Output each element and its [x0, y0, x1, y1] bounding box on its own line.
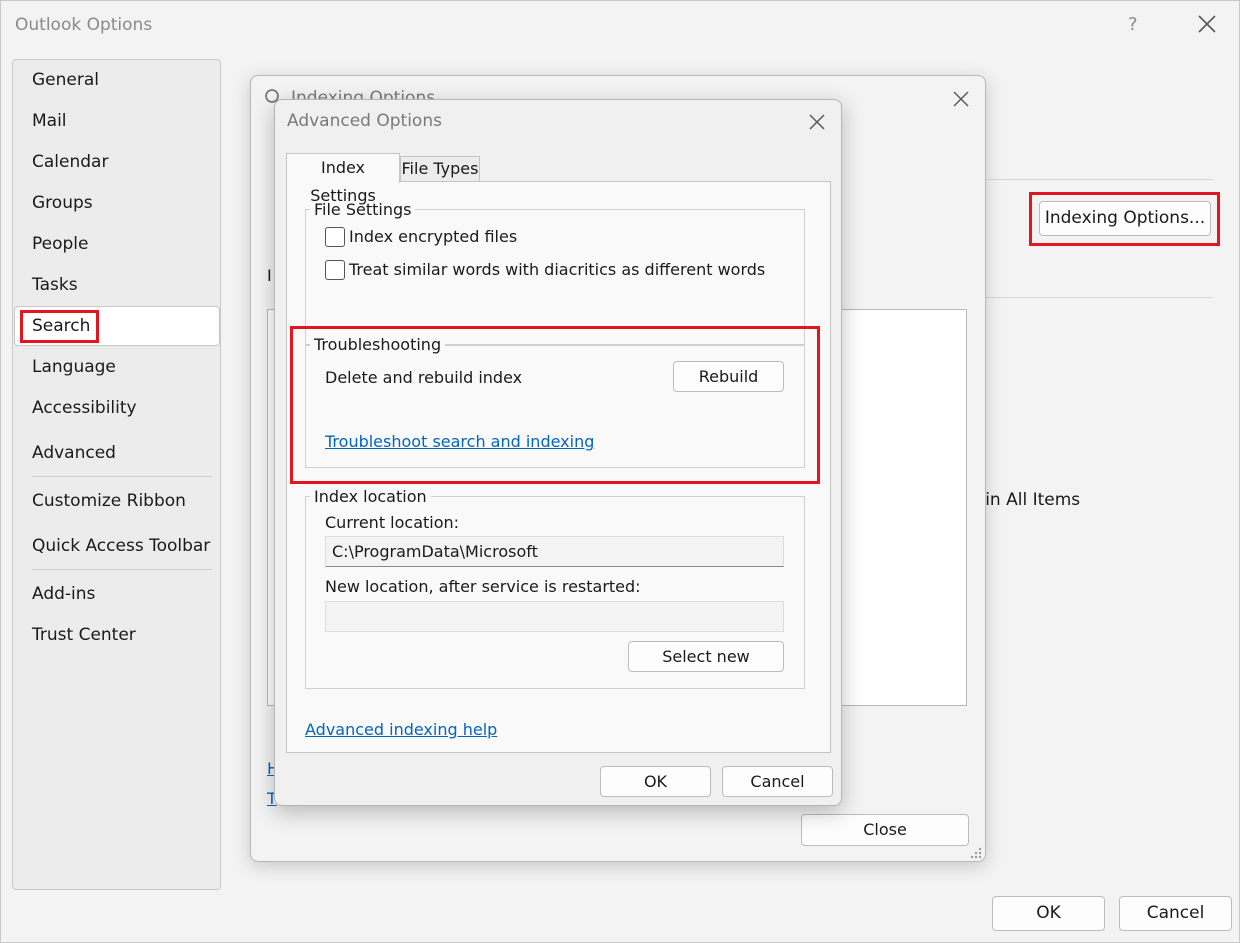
label-fragment: I — [267, 266, 272, 285]
options-sidebar: General Mail Calendar Groups People Task… — [12, 59, 221, 890]
nav-language[interactable]: Language — [32, 357, 116, 377]
nav-tasks[interactable]: Tasks — [32, 275, 78, 295]
new-location-label: New location, after service is restarted… — [325, 577, 641, 596]
checkbox-label: Treat similar words with diacritics as d… — [349, 260, 766, 279]
nav-accessibility[interactable]: Accessibility — [32, 398, 137, 418]
close-button[interactable]: Close — [801, 814, 969, 846]
nav-separator — [32, 476, 212, 477]
close-icon[interactable] — [807, 112, 827, 132]
nav-quick-access-toolbar[interactable]: Quick Access Toolbar — [32, 536, 210, 556]
cancel-button[interactable]: Cancel — [1119, 896, 1232, 931]
diacritics-checkbox[interactable] — [325, 260, 345, 280]
checkbox-label: Index encrypted files — [349, 227, 518, 246]
nav-trust-center[interactable]: Trust Center — [32, 625, 136, 645]
nav-calendar[interactable]: Calendar — [32, 152, 108, 172]
search-highlight-box — [20, 310, 99, 343]
window-title: Outlook Options — [15, 15, 153, 35]
nav-advanced[interactable]: Advanced — [32, 443, 116, 463]
tab-file-types[interactable]: File Types — [400, 156, 480, 182]
indexing-options-highlight-box — [1029, 192, 1220, 246]
close-icon[interactable] — [1196, 13, 1218, 35]
nav-groups[interactable]: Groups — [32, 193, 93, 213]
cancel-button[interactable]: Cancel — [722, 766, 833, 797]
resize-grip-icon[interactable] — [969, 846, 983, 860]
nav-general[interactable]: General — [32, 70, 99, 90]
nav-add-ins[interactable]: Add-ins — [32, 584, 95, 604]
close-icon[interactable] — [951, 89, 971, 109]
nav-people[interactable]: People — [32, 234, 88, 254]
ok-button[interactable]: OK — [600, 766, 711, 797]
advanced-indexing-help-link[interactable]: Advanced indexing help — [305, 720, 497, 739]
group-label: Index location — [310, 487, 431, 506]
new-location-field — [325, 601, 784, 632]
current-location-label: Current location: — [325, 513, 460, 532]
ok-button[interactable]: OK — [992, 896, 1105, 931]
troubleshooting-highlight-box — [290, 326, 820, 484]
help-icon[interactable]: ? — [1128, 14, 1138, 35]
advanced-options-dialog: Advanced Options Index Settings File Typ… — [274, 99, 842, 806]
select-new-button[interactable]: Select new — [628, 641, 784, 672]
current-location-field: C:\ProgramData\Microsoft — [325, 536, 784, 567]
nav-customize-ribbon[interactable]: Customize Ribbon — [32, 491, 186, 511]
dialog-title: Advanced Options — [287, 111, 442, 131]
nav-separator — [32, 569, 212, 570]
nav-mail[interactable]: Mail — [32, 111, 67, 131]
tab-index-settings[interactable]: Index Settings — [286, 153, 400, 205]
index-encrypted-checkbox[interactable] — [325, 227, 345, 247]
